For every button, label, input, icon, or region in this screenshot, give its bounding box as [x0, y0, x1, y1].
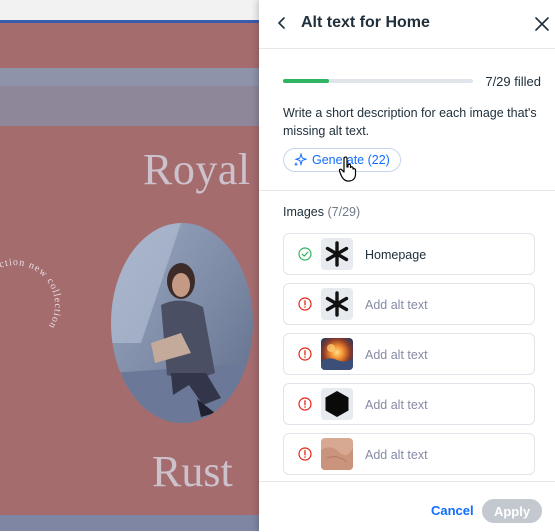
progress-bar: [283, 79, 473, 83]
back-button[interactable]: [271, 12, 293, 34]
headline-royal: Royal: [143, 145, 251, 194]
site-preview: new collection new collection Royal: [0, 0, 259, 531]
site-band: [0, 515, 259, 531]
image-alt-text-placeholder: Add alt text: [365, 398, 428, 412]
hexagon-icon: [321, 388, 353, 420]
divider: [259, 190, 555, 191]
generate-button[interactable]: Generate (22): [283, 148, 401, 172]
alt-text-panel: Alt text for Home 7/29 filled Write a sh…: [259, 0, 555, 532]
headline-rust: Rust: [152, 447, 233, 496]
image-row[interactable]: Add alt text: [283, 283, 535, 325]
sparkle-icon: [293, 153, 307, 167]
svg-text:new collection new collection: new collection new collection: [0, 257, 63, 331]
progress-label: 7/29 filled: [485, 74, 541, 89]
warning-circle-icon: [298, 297, 312, 311]
check-circle-icon: [298, 247, 312, 261]
fiery-photo-thumbnail: [321, 338, 353, 370]
image-row[interactable]: Add alt text: [283, 383, 535, 425]
site-band: [0, 68, 259, 86]
panel-title: Alt text for Home: [301, 14, 430, 31]
asterisk-icon: [321, 288, 353, 320]
image-alt-text-placeholder: Add alt text: [365, 298, 428, 312]
panel-header: Alt text for Home: [259, 0, 555, 49]
panel-description: Write a short description for each image…: [283, 106, 537, 138]
warning-circle-icon: [298, 397, 312, 411]
image-thumbnail: [321, 438, 353, 470]
image-thumbnail: [321, 288, 353, 320]
chevron-left-icon: [278, 17, 285, 29]
skin-photo-thumbnail: [321, 438, 353, 470]
apply-button[interactable]: Apply: [482, 499, 542, 523]
panel-footer: Cancel Apply: [259, 481, 555, 532]
image-alt-text-placeholder: Add alt text: [365, 348, 428, 362]
image-alt-text-placeholder: Add alt text: [365, 448, 428, 462]
warning-circle-icon: [298, 447, 312, 461]
circular-text-path: new collection new collection: [0, 257, 62, 331]
selection-line: [0, 20, 259, 23]
close-button[interactable]: [531, 13, 553, 35]
cancel-button[interactable]: Cancel: [431, 503, 474, 518]
site-top-bar: [0, 0, 259, 22]
close-icon: [535, 17, 549, 31]
warning-circle-icon: [298, 347, 312, 361]
image-list: Homepage Add alt text Add alt text Add a…: [283, 233, 535, 483]
asterisk-icon: [321, 238, 353, 270]
circular-text: new collection new collection: [0, 257, 63, 331]
image-row[interactable]: Homepage: [283, 233, 535, 275]
hero-photo: [111, 223, 253, 423]
generate-button-label: Generate (22): [312, 153, 390, 167]
image-row[interactable]: Add alt text: [283, 433, 535, 475]
image-row[interactable]: Add alt text: [283, 333, 535, 375]
image-thumbnail: [321, 388, 353, 420]
image-alt-text: Homepage: [365, 248, 427, 262]
image-thumbnail: [321, 338, 353, 370]
progress-bar-fill: [283, 79, 329, 83]
image-thumbnail: [321, 238, 353, 270]
images-heading: Images (7/29): [283, 205, 360, 219]
images-count: (7/29): [327, 205, 361, 219]
images-heading-label: Images: [283, 205, 324, 219]
site-band: [0, 86, 259, 126]
